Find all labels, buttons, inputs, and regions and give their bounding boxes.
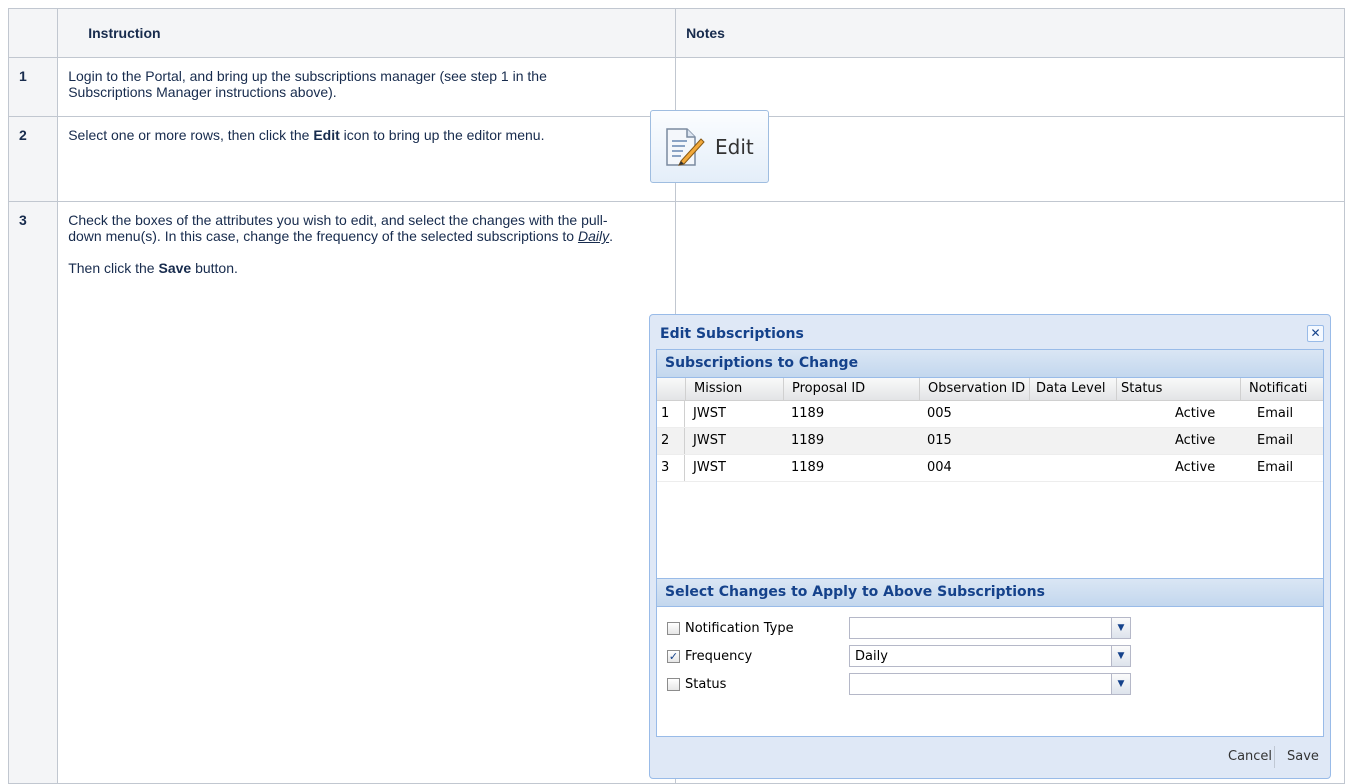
subscriptions-panel-title: Subscriptions to Change [657,350,1323,378]
text: . [609,228,613,244]
cell-notification: Email [1257,433,1294,448]
emphasis-text: Daily [577,228,610,244]
edit-document-icon [661,125,705,169]
edit-subscriptions-dialog: Edit Subscriptions ✕ Subscriptions to Ch… [649,314,1331,779]
frequency-checkbox[interactable]: ✓ [667,650,680,663]
text: Then click the [68,260,159,276]
changes-panel: Select Changes to Apply to Above Subscri… [656,578,1324,737]
save-button[interactable]: Save [1287,749,1319,764]
step-number: 2 [7,116,59,202]
step-instruction: Check the boxes of the attributes you wi… [57,201,677,784]
changes-panel-title: Select Changes to Apply to Above Subscri… [657,579,1323,607]
cell-mission: JWST [693,460,726,475]
cell-data-level [1029,401,1037,427]
status-checkbox[interactable] [667,678,680,691]
step-instruction: Select one or more rows, then click the … [57,116,677,202]
instruction-text: Login to the Portal, and bring up the su… [68,68,547,100]
edit-button-label: Edit [715,135,754,159]
text: icon to bring up the editor menu. [339,127,545,143]
dialog-footer: Cancel Save [650,738,1330,778]
cell-mission: JWST [693,433,726,448]
grid-header: Mission Proposal ID Observation ID Data … [657,378,1323,401]
step-instruction: Login to the Portal, and bring up the su… [57,57,677,117]
cell-notification: Email [1257,406,1294,421]
cell-proposal-id: 1189 [791,406,825,421]
frequency-select[interactable]: Daily ▼ [849,645,1131,667]
chevron-down-icon[interactable]: ▼ [1111,618,1130,638]
frequency-value: Daily [855,649,888,664]
chevron-down-icon[interactable]: ▼ [1111,646,1130,666]
cell-status: Active [1175,433,1216,448]
table-row[interactable]: 2 JWST 1189 015 Active Email [657,428,1323,455]
cell-observation-id: 015 [927,433,952,448]
step-number: 1 [7,57,59,117]
table-row[interactable]: 1 JWST 1189 005 Active Email [657,401,1323,428]
column-header-observation-id[interactable]: Observation ID [919,378,1029,400]
cell-data-level [1029,455,1037,481]
step-number: 3 [7,201,59,784]
cell-notification: Email [1257,460,1294,475]
cell-status: Active [1175,460,1216,475]
step-notes [675,116,1345,202]
cell-observation-id: 004 [927,460,952,475]
text: Check the boxes of the attributes you wi… [68,212,608,244]
frequency-label: Frequency [685,649,753,664]
cancel-button[interactable]: Cancel [1228,749,1272,764]
cell-proposal-id: 1189 [791,433,825,448]
column-header-proposal-id[interactable]: Proposal ID [783,378,919,400]
step-notes [675,57,1345,117]
edit-button[interactable]: Edit [650,110,769,183]
dialog-title: Edit Subscriptions [660,326,804,342]
instruction-text: Select one or more rows, then click the … [68,127,628,143]
row-number: 2 [657,428,685,454]
status-label: Status [685,677,727,692]
cell-data-level [1029,428,1037,454]
cell-proposal-id: 1189 [791,460,825,475]
header-instruction: Instruction [57,8,677,58]
button-divider [1274,746,1275,768]
column-header-data-level[interactable]: Data Level [1029,378,1116,400]
notification-type-label: Notification Type [685,621,794,636]
instruction-text: Check the boxes of the attributes you wi… [68,212,628,244]
row-number: 3 [657,455,685,481]
notification-type-select[interactable]: ▼ [849,617,1131,639]
cell-observation-id: 005 [927,406,952,421]
chevron-down-icon[interactable]: ▼ [1111,674,1130,694]
text: Select one or more rows, then click the [68,127,314,143]
table-row[interactable]: 3 JWST 1189 004 Active Email [657,455,1323,482]
bold-text: Edit [313,127,340,143]
header-number [7,8,59,58]
notification-type-checkbox[interactable] [667,622,680,635]
column-header-mission[interactable]: Mission [685,378,783,400]
bold-text: Save [158,260,192,276]
row-number: 1 [657,401,685,427]
text: button. [191,260,238,276]
column-header-notification[interactable]: Notificati [1240,378,1325,400]
status-select[interactable]: ▼ [849,673,1131,695]
row-number-header [657,378,685,400]
cell-status: Active [1175,406,1216,421]
subscriptions-panel: Subscriptions to Change Mission Proposal… [656,349,1324,607]
column-header-status[interactable]: Status [1116,378,1240,400]
close-icon[interactable]: ✕ [1307,325,1324,342]
header-notes: Notes [675,8,1345,58]
instruction-text: Then click the Save button. [68,260,665,276]
cell-mission: JWST [693,406,726,421]
